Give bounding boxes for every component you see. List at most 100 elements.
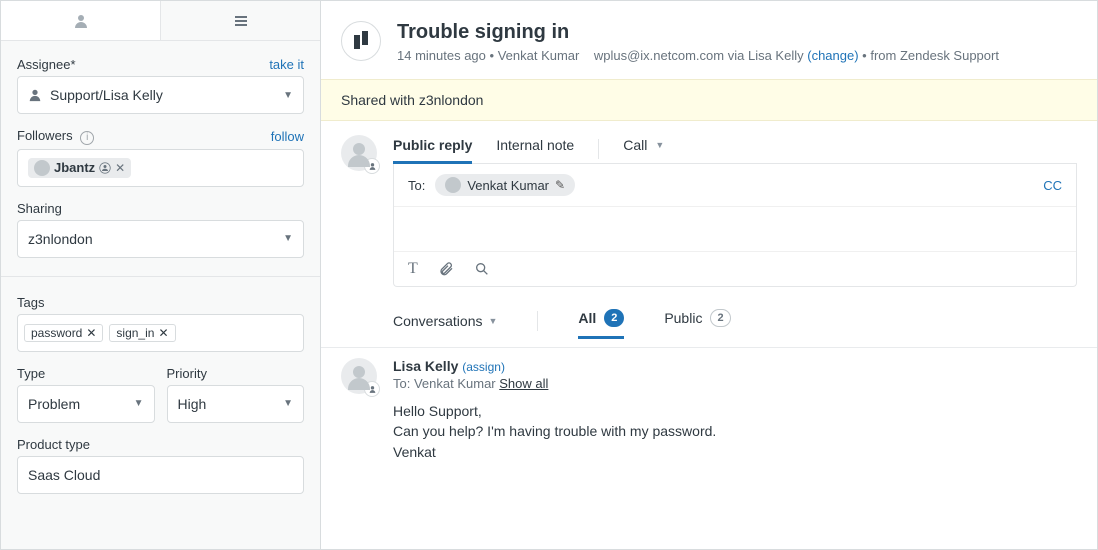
logo-icon (354, 33, 368, 49)
ticket-sidebar: Assignee* take it Support/Lisa Kelly ▼ F… (1, 1, 321, 549)
attachment-icon[interactable] (438, 261, 454, 277)
remove-follower-icon[interactable]: ✕ (115, 161, 125, 175)
follow-link[interactable]: follow (271, 129, 304, 144)
chevron-down-icon: ▼ (283, 398, 293, 409)
assignee-value: Support/Lisa Kelly (50, 87, 163, 103)
remove-tag-icon[interactable]: ✕ (158, 326, 168, 340)
cc-button[interactable]: CC (1043, 178, 1062, 193)
author-avatar (341, 358, 377, 394)
priority-label: Priority (167, 366, 207, 381)
followers-input[interactable]: Jbantz ✕ (17, 149, 304, 187)
filter-public[interactable]: Public 2 (664, 305, 730, 337)
compose-box: To: Venkat Kumar ✎ CC T (393, 164, 1077, 287)
message-header: Lisa Kelly (assign) (393, 358, 716, 374)
divider (537, 311, 538, 331)
to-label: To: (408, 178, 425, 193)
tab-internal-note[interactable]: Internal note (496, 135, 574, 163)
type-group: Type Problem ▼ (17, 366, 155, 423)
info-icon[interactable]: i (80, 131, 94, 145)
follower-chip[interactable]: Jbantz ✕ (28, 158, 131, 178)
edit-icon[interactable]: ✎ (555, 178, 565, 192)
ticket-title: Trouble signing in (397, 21, 999, 44)
message-body: Hello Support, Can you help? I'm having … (393, 401, 716, 462)
person-icon (28, 88, 42, 102)
reply-tabs: Public reply Internal note Call ▼ (393, 135, 1077, 164)
chevron-down-icon: ▼ (134, 398, 144, 409)
count-badge: 2 (604, 309, 624, 327)
compose-area: Public reply Internal note Call ▼ To: (321, 121, 1097, 287)
sidebar-tabs (1, 1, 320, 41)
avatar-icon (34, 160, 50, 176)
assignee-group: Assignee* take it Support/Lisa Kelly ▼ (17, 57, 304, 114)
type-value: Problem (28, 396, 80, 412)
change-requester-link[interactable]: (change) (807, 48, 858, 63)
conversations-dropdown[interactable]: Conversations ▼ (393, 313, 497, 329)
ticket-source: from Zendesk Support (870, 48, 999, 63)
shared-banner: Shared with z3nlondon (321, 79, 1097, 121)
ticket-meta: 14 minutes ago • Venkat Kumar wplus@ix.n… (397, 48, 999, 63)
sharing-select[interactable]: z3nlondon ▼ (17, 220, 304, 258)
assignee-select[interactable]: Support/Lisa Kelly ▼ (17, 76, 304, 114)
search-icon[interactable] (474, 261, 490, 277)
followers-group: Followers i follow Jbantz ✕ (17, 128, 304, 187)
editor-toolbar: T (394, 251, 1076, 286)
take-it-link[interactable]: take it (269, 57, 304, 72)
via-prefix: via (728, 48, 745, 63)
message-author: Lisa Kelly (393, 358, 458, 374)
sharing-value: z3nlondon (28, 231, 93, 247)
ticket-main: Trouble signing in 14 minutes ago • Venk… (321, 1, 1097, 549)
message-item: Lisa Kelly (assign) To: Venkat Kumar Sho… (321, 347, 1097, 482)
assignee-label: Assignee* (17, 57, 76, 72)
ticket-age: 14 minutes ago (397, 48, 486, 63)
person-icon (73, 13, 89, 29)
chevron-down-icon: ▼ (489, 316, 498, 326)
follower-name: Jbantz (54, 160, 95, 175)
chevron-down-icon: ▼ (283, 90, 293, 101)
person-small-icon (99, 162, 111, 174)
message-to-name: Venkat Kumar (414, 376, 496, 391)
product-group: Product type (17, 437, 304, 494)
chevron-down-icon: ▼ (655, 140, 664, 150)
tab-call[interactable]: Call ▼ (623, 135, 664, 163)
priority-value: High (178, 396, 207, 412)
show-all-link[interactable]: Show all (499, 376, 548, 391)
product-label: Product type (17, 437, 90, 452)
priority-select[interactable]: High ▼ (167, 385, 305, 423)
recipient-name: Venkat Kumar (467, 178, 549, 193)
tag-chip[interactable]: sign_in ✕ (109, 324, 175, 342)
current-user-avatar (341, 135, 377, 171)
requester-name: Venkat Kumar (498, 48, 580, 63)
text-format-icon[interactable]: T (408, 260, 418, 278)
sidebar-tab-user[interactable] (1, 1, 160, 40)
remove-tag-icon[interactable]: ✕ (86, 326, 96, 340)
tags-input[interactable]: password ✕ sign_in ✕ (17, 314, 304, 352)
message-recipients: To: Venkat Kumar Show all (393, 376, 716, 391)
avatar-icon (445, 177, 461, 193)
sharing-group: Sharing z3nlondon ▼ (17, 201, 304, 258)
priority-group: Priority High ▼ (167, 366, 305, 423)
filter-all[interactable]: All 2 (578, 305, 624, 337)
type-priority-row: Type Problem ▼ Priority High ▼ (17, 366, 304, 437)
product-input[interactable] (17, 456, 304, 494)
type-label: Type (17, 366, 45, 381)
recipient-row: To: Venkat Kumar ✎ CC (394, 164, 1076, 207)
type-select[interactable]: Problem ▼ (17, 385, 155, 423)
tag-chip[interactable]: password ✕ (24, 324, 103, 342)
count-badge: 2 (710, 309, 730, 327)
agent-badge-icon (364, 381, 380, 397)
followers-label: Followers i (17, 128, 94, 145)
assign-link[interactable]: (assign) (462, 360, 505, 374)
reply-editor[interactable] (394, 207, 1076, 251)
tags-group: Tags password ✕ sign_in ✕ (17, 295, 304, 352)
ticket-header: Trouble signing in 14 minutes ago • Venk… (321, 1, 1097, 79)
brand-avatar (333, 13, 390, 70)
sharing-label: Sharing (17, 201, 62, 216)
tab-public-reply[interactable]: Public reply (393, 135, 472, 163)
via-name: Lisa Kelly (748, 48, 804, 63)
list-icon (233, 13, 249, 29)
divider (598, 139, 599, 159)
sidebar-tab-details[interactable] (160, 1, 320, 40)
recipient-chip[interactable]: Venkat Kumar ✎ (435, 174, 575, 196)
conversations-filters: Conversations ▼ All 2 Public 2 (321, 287, 1097, 347)
chevron-down-icon: ▼ (283, 233, 293, 244)
